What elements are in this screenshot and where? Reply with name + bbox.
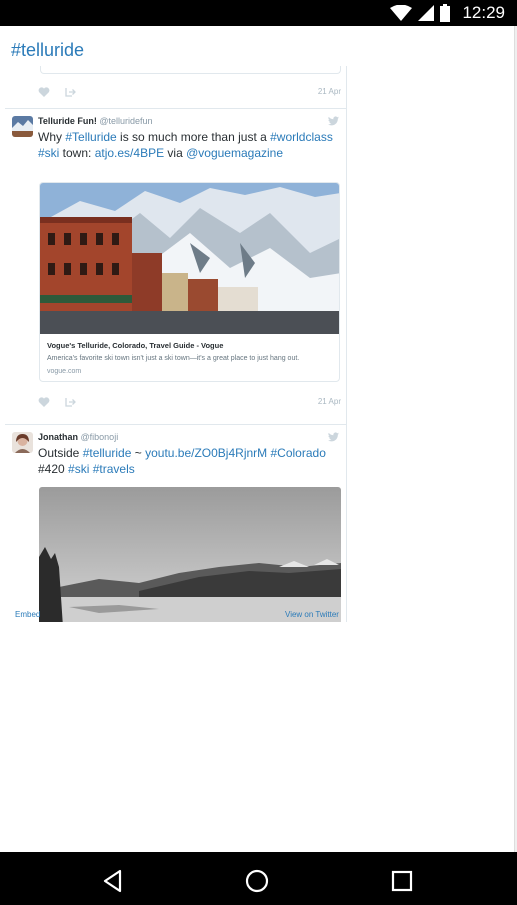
tweet-timeline[interactable]: 21 Apr Telluride Fun! @telluridefun Why …	[5, 66, 347, 622]
tweet-author[interactable]: Jonathan @fibonoji	[38, 432, 118, 442]
status-bar: 12:29	[0, 0, 517, 26]
status-time: 12:29	[462, 3, 505, 22]
hashtag-link[interactable]: #travels	[93, 462, 135, 476]
navigation-bar	[0, 852, 517, 905]
url-link[interactable]: youtu.be/ZO0Bj4RjnrM	[145, 446, 267, 460]
hashtag-link[interactable]: #Telluride	[65, 130, 116, 144]
text: town:	[59, 145, 95, 160]
share-icon[interactable]	[64, 396, 76, 408]
link-card[interactable]: Vogue's Telluride, Colorado, Travel Guid…	[39, 182, 340, 382]
author-name[interactable]: Jonathan	[38, 432, 78, 442]
telluride-town-image	[40, 183, 339, 334]
card-domain: vogue.com	[47, 368, 82, 375]
avatar[interactable]	[12, 432, 33, 453]
hashtag-title-link[interactable]: #telluride	[11, 40, 84, 61]
view-on-twitter-link[interactable]: View on Twitter	[285, 610, 339, 619]
heart-icon[interactable]	[38, 396, 50, 408]
recents-icon[interactable]	[389, 868, 415, 894]
share-icon[interactable]	[64, 86, 76, 98]
card-description: America's favorite ski town isn't just a…	[47, 355, 300, 362]
status-icons: 12:29	[390, 3, 505, 23]
tweet-text: Why #Telluride is so much more than just…	[38, 130, 343, 161]
text: Why	[38, 130, 66, 144]
mountain-valley-photo[interactable]	[39, 487, 341, 622]
hashtag-link[interactable]: #worldclass	[270, 130, 333, 144]
back-icon[interactable]	[100, 868, 126, 894]
previous-tweet-actions: 21 Apr	[38, 86, 341, 100]
hashtag-link[interactable]: #Colorado	[271, 446, 326, 460]
battery-icon	[440, 4, 451, 22]
tweet-text: Outside #telluride ~ youtu.be/ZO0Bj4Rjnr…	[38, 446, 343, 477]
hashtag-link[interactable]: #ski	[38, 146, 59, 160]
cell-signal-icon	[418, 5, 435, 21]
text: is so much more than just a	[116, 130, 271, 144]
twitter-timeline-page: #telluride 21 Apr Telluride Fun! @tellur…	[0, 26, 514, 852]
avatar[interactable]	[12, 116, 33, 137]
twitter-bird-icon[interactable]	[328, 432, 339, 442]
author-handle[interactable]: @fibonoji	[81, 432, 119, 442]
url-link[interactable]: atjo.es/4BPE	[95, 146, 164, 160]
author-name[interactable]: Telluride Fun!	[38, 116, 97, 126]
tweet-divider	[5, 424, 346, 425]
card-title: Vogue's Telluride, Colorado, Travel Guid…	[47, 341, 224, 350]
text: ~	[131, 446, 146, 460]
heart-icon[interactable]	[38, 86, 50, 98]
tweet-actions: 21 Apr	[38, 396, 341, 410]
wifi-icon	[390, 5, 413, 21]
tweet-divider	[5, 108, 346, 109]
tweet-item: Jonathan @fibonoji Outside #telluride ~ …	[5, 432, 346, 622]
text: via	[164, 145, 187, 160]
previous-card-edge	[40, 66, 341, 74]
author-handle[interactable]: @telluridefun	[99, 116, 152, 126]
tweet-author[interactable]: Telluride Fun! @telluridefun	[38, 116, 153, 126]
embed-link[interactable]: Embed	[15, 610, 40, 619]
text: Outside	[38, 446, 83, 460]
tweet-item: Telluride Fun! @telluridefun Why #Tellur…	[5, 116, 346, 416]
tweet-date[interactable]: 21 Apr	[318, 397, 341, 406]
home-icon[interactable]	[244, 868, 270, 894]
hashtag-link[interactable]: #telluride	[83, 446, 132, 460]
twitter-bird-icon[interactable]	[328, 116, 339, 126]
hashtag-link[interactable]: #ski	[68, 462, 89, 476]
text: #420	[38, 461, 69, 476]
mention-link[interactable]: @voguemagazine	[186, 146, 283, 160]
tweet-date[interactable]: 21 Apr	[318, 87, 341, 96]
